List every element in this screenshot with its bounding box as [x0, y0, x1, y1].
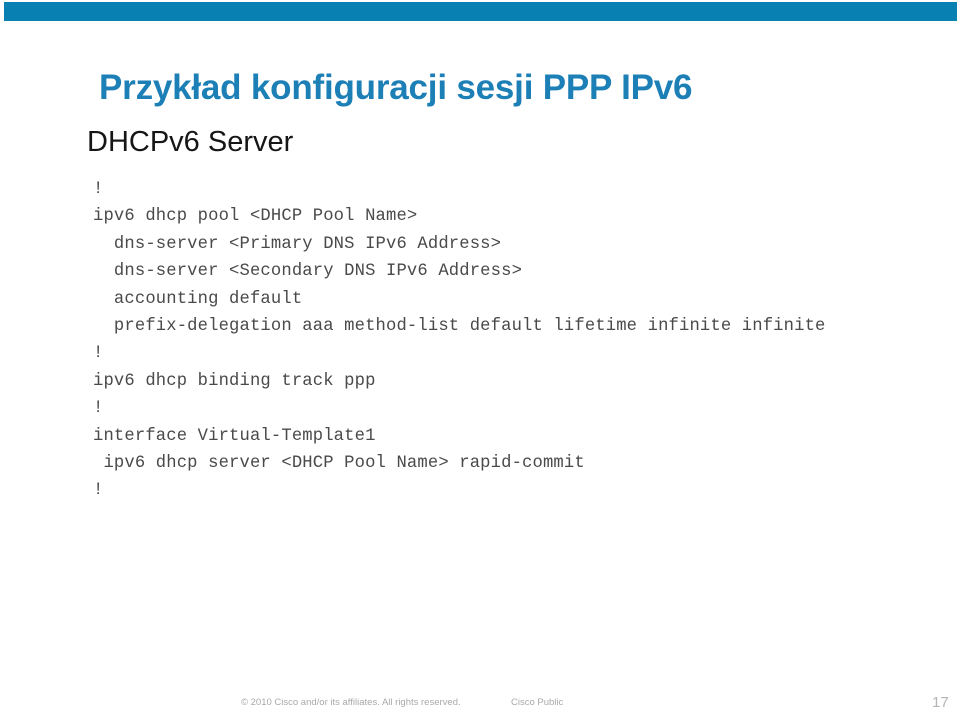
footer-copyright: © 2010 Cisco and/or its affiliates. All … — [241, 697, 461, 708]
config-line: accounting default — [93, 289, 303, 309]
config-line: dns-server <Secondary DNS IPv6 Address> — [93, 262, 523, 282]
config-line: ! — [93, 399, 104, 419]
page-subtitle: DHCPv6 Server — [87, 126, 294, 158]
config-line: ! — [93, 344, 104, 364]
config-line: dns-server <Primary DNS IPv6 Address> — [93, 234, 502, 254]
slide-footer: © 2010 Cisco and/or its affiliates. All … — [0, 694, 960, 715]
config-line: ipv6 dhcp binding track ppp — [93, 371, 376, 391]
config-line: ! — [93, 180, 104, 199]
config-line: ! — [93, 481, 104, 501]
config-line: prefix-delegation aaa method-list defaul… — [93, 317, 826, 337]
configuration-code-block: ! ipv6 dhcp pool <DHCP Pool Name> dns-ser… — [93, 176, 826, 505]
footer-page-number: 17 — [932, 694, 949, 711]
config-line: ipv6 dhcp pool <DHCP Pool Name> — [93, 207, 418, 227]
top-accent-bar — [4, 2, 957, 21]
page-title: Przykład konfiguracji sesji PPP IPv6 — [99, 68, 693, 107]
config-line: ipv6 dhcp server <DHCP Pool Name> rapid-… — [93, 454, 585, 474]
footer-classification-label: Cisco Public — [511, 697, 564, 708]
config-line: interface Virtual-Template1 — [93, 426, 376, 446]
